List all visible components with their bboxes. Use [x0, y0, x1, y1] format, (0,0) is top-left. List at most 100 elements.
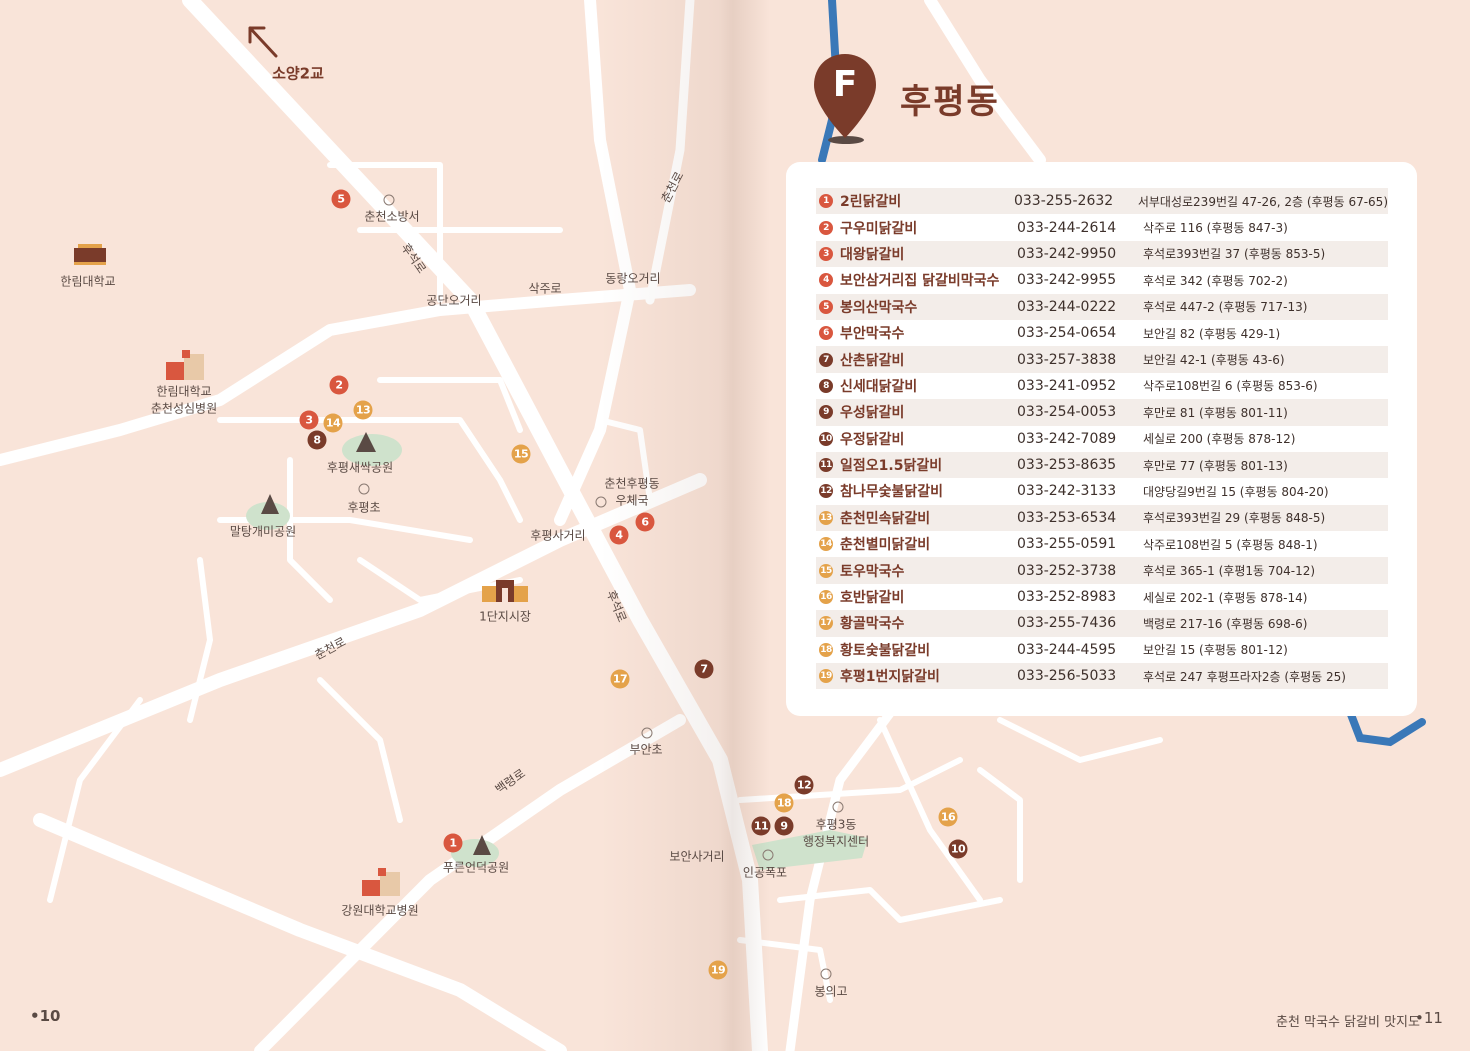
map-pin-19[interactable]: 19	[708, 960, 728, 980]
map-pin-2[interactable]: 2	[329, 375, 349, 395]
map-pin-8[interactable]: 8	[307, 430, 327, 450]
restaurant-phone[interactable]: 033-254-0053	[1017, 404, 1143, 420]
restaurant-phone[interactable]: 033-254-0654	[1017, 325, 1143, 341]
restaurant-row[interactable]: 10 우정닭갈비 033-242-7089 세실로 200 (후평동 878-12)	[816, 426, 1388, 452]
label-kangwon-hospital: 강원대학교병원	[341, 903, 419, 918]
restaurant-phone[interactable]: 033-255-2632	[1014, 193, 1138, 209]
map-pin-14[interactable]: 14	[323, 413, 343, 433]
restaurant-phone[interactable]: 033-244-2614	[1017, 220, 1143, 236]
restaurant-phone[interactable]: 033-257-3838	[1017, 352, 1143, 368]
university-icon	[74, 244, 106, 265]
restaurant-row[interactable]: 15 토우막국수 033-252-3738 후석로 365-1 (후평1동 704-1…	[816, 557, 1388, 584]
restaurant-phone[interactable]: 033-242-3133	[1017, 483, 1143, 499]
restaurant-row[interactable]: 9 우성닭갈비 033-254-0053 후만로 81 (후평동 801-11)	[816, 399, 1388, 426]
map-pin-6[interactable]: 6	[635, 512, 655, 532]
restaurant-number-badge: 14	[819, 537, 833, 552]
restaurant-row[interactable]: 2 구우미닭갈비 033-244-2614 삭주로 116 (후평동 847-3)	[816, 214, 1388, 240]
restaurant-address: 후석로 247 후평프라자2층 (후평동 25)	[1143, 669, 1346, 684]
restaurant-number-badge: 7	[819, 352, 833, 367]
restaurant-phone[interactable]: 033-253-8635	[1017, 457, 1143, 473]
restaurant-phone[interactable]: 033-242-9955	[1017, 272, 1143, 288]
restaurant-name: 호반닭갈비	[840, 590, 905, 607]
restaurant-row[interactable]: 5 봉의산막국수 033-244-0222 후석로 447-2 (후평동 717-13…	[816, 293, 1388, 320]
map-pin-16[interactable]: 16	[938, 807, 958, 827]
restaurant-row[interactable]: 12 참나무숯불닭갈비 033-242-3133 대양당길9번길 15 (후평동 80…	[816, 478, 1388, 504]
restaurant-address: 대양당길9번길 15 (후평동 804-20)	[1143, 484, 1329, 499]
map-pin-17[interactable]: 17	[610, 669, 630, 689]
road-right-top	[645, 0, 695, 305]
map-pin-10[interactable]: 10	[948, 839, 968, 859]
label-soyang-bridge: 소양2교	[272, 64, 324, 83]
page-number-left: •10	[30, 1007, 61, 1025]
restaurant-name: 일점오1.5닭갈비	[840, 458, 943, 475]
restaurant-phone[interactable]: 033-252-8983	[1017, 589, 1143, 605]
restaurant-phone[interactable]: 033-253-6534	[1017, 510, 1143, 526]
map-pin-7[interactable]: 7	[694, 659, 714, 679]
restaurant-row[interactable]: 11 일점오1.5닭갈비 033-253-8635 후만로 77 (후평동 801-1…	[816, 451, 1388, 479]
restaurant-phone[interactable]: 033-256-5033	[1017, 668, 1143, 684]
landmark-marker	[383, 194, 395, 206]
restaurant-phone[interactable]: 033-244-4595	[1017, 642, 1143, 658]
restaurant-name: 봉의산막국수	[840, 299, 918, 316]
map-pin-1[interactable]: 1	[443, 833, 463, 853]
map-pin-9[interactable]: 9	[774, 816, 794, 836]
restaurant-number-badge: 11	[819, 458, 833, 473]
restaurant-row[interactable]: 13 춘천민속닭갈비 033-253-6534 후석로393번길 29 (후평동 84…	[816, 504, 1388, 532]
restaurant-phone[interactable]: 033-255-7436	[1017, 615, 1143, 631]
restaurant-number-badge: 3	[819, 246, 833, 261]
restaurant-name: 2린닭갈비	[840, 194, 902, 211]
label-community-center-2: 행정복지센터	[802, 834, 870, 849]
map-pin-11[interactable]: 11	[751, 816, 771, 836]
map-pin-13[interactable]: 13	[353, 400, 373, 420]
restaurant-name: 후평1번지닭갈비	[840, 669, 940, 686]
restaurant-row[interactable]: 17 황골막국수 033-255-7436 백령로 217-16 (후평동 698-6…	[816, 610, 1388, 637]
hospital-icon	[362, 868, 400, 896]
map-pin-18[interactable]: 18	[774, 793, 794, 813]
restaurant-address: 보안길 42-1 (후평동 43-6)	[1143, 353, 1285, 368]
road-grid-15	[877, 717, 983, 903]
restaurant-address: 보안길 15 (후평동 801-12)	[1143, 643, 1288, 658]
label-hupyeong-intersection: 후평사거리	[530, 528, 586, 543]
restaurant-row[interactable]: 6 부안막국수 033-254-0654 보안길 82 (후평동 429-1)	[816, 320, 1388, 346]
road-chuncheonro	[0, 473, 707, 777]
restaurant-number-badge: 16	[819, 590, 833, 605]
label-fire-station: 춘천소방서	[364, 209, 420, 224]
restaurant-number-badge: 18	[819, 642, 833, 657]
restaurant-address: 세실로 202-1 (후평동 878-14)	[1143, 590, 1308, 605]
restaurant-row[interactable]: 8 신세대닭갈비 033-241-0952 삭주로108번길 6 (후평동 853-6…	[816, 373, 1388, 399]
restaurant-row[interactable]: 7 산촌닭갈비 033-257-3838 보안길 42-1 (후평동 43-6)	[816, 346, 1388, 373]
map-pin-15[interactable]: 15	[511, 444, 531, 464]
restaurant-row[interactable]: 19 후평1번지닭갈비 033-256-5033 후석로 247 후평프라자2층 (후…	[816, 663, 1388, 690]
landmark-marker	[832, 801, 844, 813]
restaurant-name: 황골막국수	[840, 616, 905, 633]
label-saessak-park: 후평새싹공원	[326, 460, 394, 475]
label-gongdan-junction: 공단오거리	[426, 293, 482, 308]
restaurant-address: 백령로 217-16 (후평동 698-6)	[1143, 616, 1308, 631]
restaurant-list: 1 2린닭갈비 033-255-2632 서부대성로239번길 47-26, 2층 (…	[816, 188, 1388, 690]
restaurant-number-badge: 10	[819, 431, 833, 446]
label-hallym-hospital-2: 춘천성심병원	[150, 401, 218, 416]
restaurant-row[interactable]: 3 대왕닭갈비 033-242-9950 후석로393번길 37 (후평동 853-5…	[816, 240, 1388, 268]
restaurant-row[interactable]: 18 황토숯불닭갈비 033-244-4595 보안길 15 (후평동 801-12)	[816, 637, 1388, 663]
restaurant-row[interactable]: 1 2린닭갈비 033-255-2632 서부대성로239번길 47-26, 2층 (…	[816, 188, 1388, 215]
landmark-marker	[820, 968, 832, 980]
map-pin-5[interactable]: 5	[331, 189, 351, 209]
restaurant-number-badge: 1	[819, 194, 833, 209]
restaurant-phone[interactable]: 033-244-0222	[1017, 299, 1143, 315]
restaurant-phone[interactable]: 033-242-9950	[1017, 246, 1143, 262]
map-pin-3[interactable]: 3	[299, 410, 319, 430]
map-pin-4[interactable]: 4	[609, 525, 629, 545]
restaurant-row[interactable]: 4 보안삼거리집 닭갈비막국수 033-242-9955 후석로 342 (후평동 7…	[816, 267, 1388, 293]
district-title: 후평동	[900, 82, 1000, 122]
restaurant-name: 구우미닭갈비	[840, 220, 918, 237]
restaurant-row[interactable]: 16 호반닭갈비 033-252-8983 세실로 202-1 (후평동 878-14…	[816, 584, 1388, 610]
restaurant-name: 우성닭갈비	[840, 405, 905, 422]
restaurant-phone[interactable]: 033-252-3738	[1017, 563, 1143, 579]
restaurant-row[interactable]: 14 춘천별미닭갈비 033-255-0591 삭주로108번길 5 (후평동 848…	[816, 531, 1388, 557]
restaurant-phone[interactable]: 033-241-0952	[1017, 378, 1143, 394]
map-pin-12[interactable]: 12	[794, 775, 814, 795]
landmark-marker	[762, 849, 774, 861]
restaurant-phone[interactable]: 033-255-0591	[1017, 536, 1143, 552]
restaurant-address: 서부대성로239번길 47-26, 2층 (후평동 67-65)	[1137, 194, 1388, 209]
restaurant-phone[interactable]: 033-242-7089	[1017, 431, 1143, 447]
